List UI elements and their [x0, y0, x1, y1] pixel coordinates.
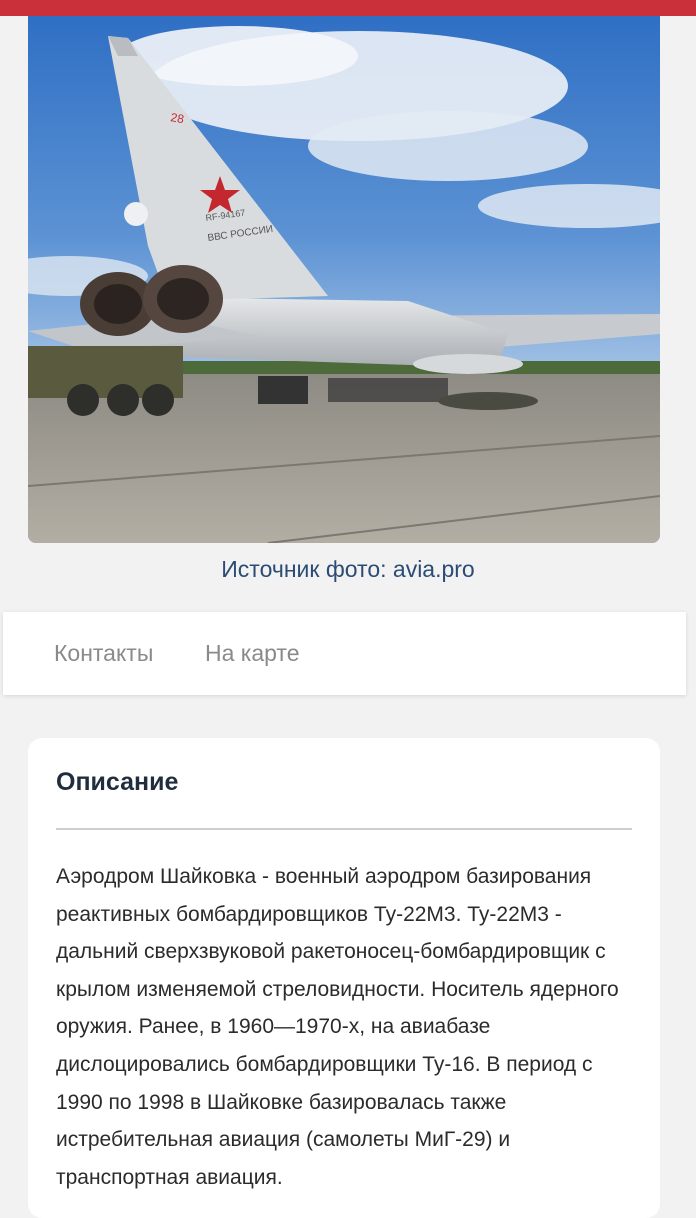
divider — [56, 828, 632, 830]
top-bar — [0, 0, 696, 16]
tab-bar: Контакты На карте — [3, 612, 686, 695]
description-text: Аэродром Шайковка - военный аэродром баз… — [56, 865, 619, 1189]
description-card: Описание Аэродром Шайковка - военный аэр… — [28, 738, 660, 1218]
tab-contacts[interactable]: Контакты — [54, 640, 153, 667]
svg-text:28: 28 — [169, 110, 185, 126]
description-title: Описание — [56, 768, 179, 796]
photo-source-caption[interactable]: Источник фото: avia.pro — [0, 556, 696, 583]
aircraft-photo: 28 RF-94167 ВВС РОССИИ — [28, 16, 660, 543]
tab-on-map[interactable]: На карте — [205, 640, 300, 667]
